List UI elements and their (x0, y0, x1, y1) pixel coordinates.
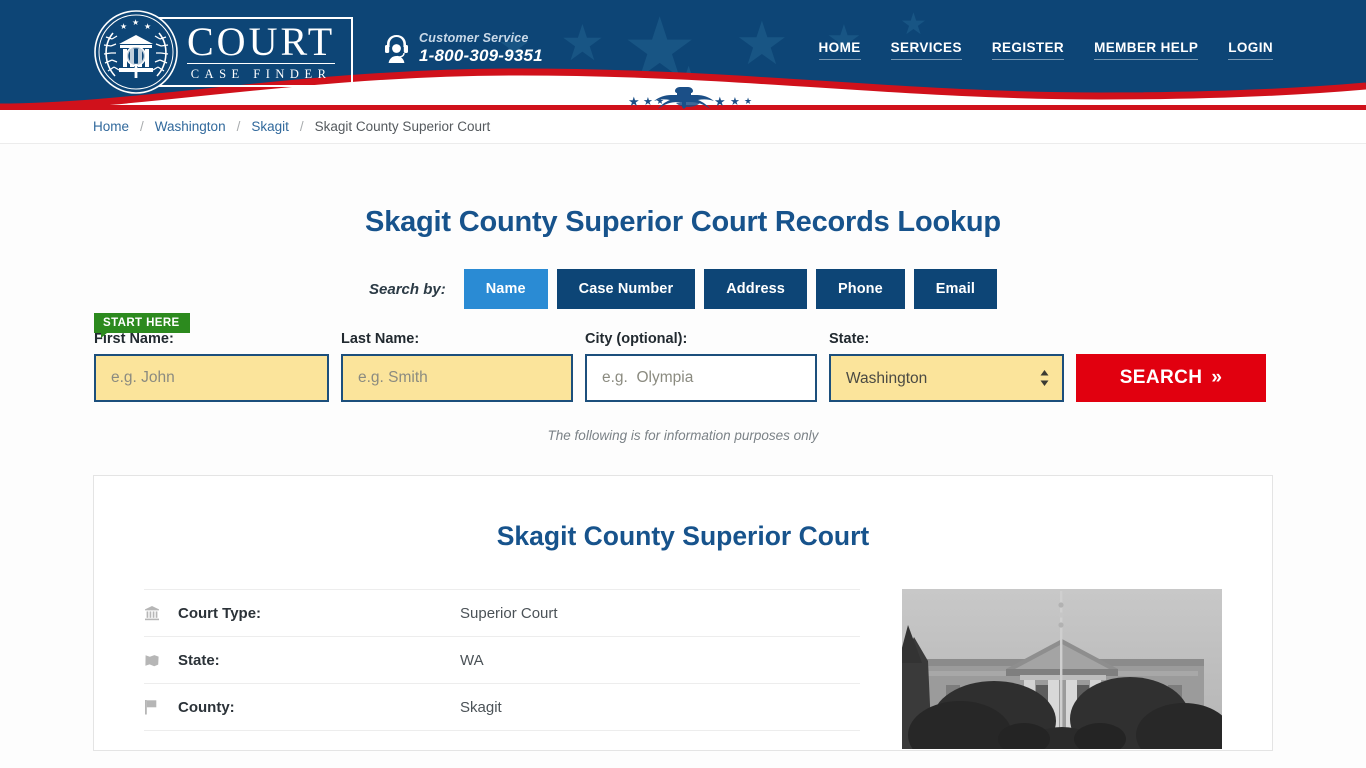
tab-name[interactable]: Name (463, 269, 548, 309)
breadcrumb-separator: / (299, 119, 304, 134)
breadcrumb: Home / Washington / Skagit / Skagit Coun… (93, 119, 1273, 134)
breadcrumb-separator: / (236, 119, 241, 134)
map-icon (144, 653, 178, 668)
tab-phone[interactable]: Phone (815, 269, 905, 309)
tab-email[interactable]: Email (913, 269, 997, 309)
detail-value: WA (460, 651, 484, 669)
detail-key: County: (178, 698, 235, 716)
nav-item-register[interactable]: REGISTER (991, 40, 1065, 60)
nav-item-home[interactable]: HOME (818, 40, 861, 60)
table-row-divider (144, 730, 860, 738)
breadcrumb-bar: Home / Washington / Skagit / Skagit Coun… (0, 110, 1366, 144)
customer-service-phone[interactable]: 1-800-309-9351 (419, 47, 543, 65)
court-search-form: START HERE First Name: Last Name: City (… (93, 313, 1273, 402)
logo-wordmark: COURT CASE FINDER (159, 17, 354, 87)
site-header: ★ ★ ★ ★ ★ ★ ★ ★ ★ ★ ★ ★ ★ ★ ★ ★ COURT CA… (0, 0, 1366, 110)
breadcrumb-separator: / (140, 119, 144, 134)
state-field-group: State: Washington (829, 331, 1064, 402)
svg-text:★: ★ (120, 22, 127, 31)
headset-support-icon (385, 35, 408, 64)
page-body: Skagit County Superior Court Records Loo… (0, 144, 1366, 768)
court-info-card: Skagit County Superior Court Court Type:… (93, 475, 1273, 751)
page-title: Skagit County Superior Court Records Loo… (365, 206, 1001, 238)
last-name-label: Last Name: (341, 331, 420, 347)
breadcrumb-item-home[interactable]: Home (93, 119, 129, 134)
last-name-field-group: Last Name: (341, 331, 573, 402)
last-name-input[interactable] (341, 354, 573, 402)
city-label: City (optional): (585, 331, 688, 347)
detail-value: Skagit (460, 698, 502, 716)
flag-icon (144, 699, 178, 715)
tab-address[interactable]: Address (704, 269, 807, 309)
court-details-table: Court Type: Superior Court State: WA Cou… (144, 589, 860, 749)
first-name-input[interactable] (94, 354, 329, 402)
site-logo[interactable]: ★ ★ ★ COURT CASE FINDER (93, 9, 354, 95)
customer-service-block[interactable]: Customer Service 1-800-309-9351 (383, 31, 543, 65)
breadcrumb-item-skagit[interactable]: Skagit (251, 119, 289, 134)
customer-service-label: Customer Service (419, 31, 529, 45)
search-button-label: SEARCH (1119, 367, 1203, 388)
disclaimer-text: The following is for information purpose… (547, 428, 819, 443)
state-select[interactable]: Washington (829, 354, 1064, 402)
search-by-label: Search by: (369, 280, 446, 298)
svg-text:★: ★ (132, 18, 139, 27)
state-label: State: (829, 331, 870, 347)
first-name-label: First Name: (94, 331, 174, 347)
breadcrumb-item-washington[interactable]: Washington (155, 119, 226, 134)
svg-text:★: ★ (144, 22, 151, 31)
double-chevron-right-icon: » (1211, 367, 1223, 388)
breadcrumb-item-current: Skagit County Superior Court (314, 119, 491, 134)
city-field-group: City (optional): (585, 331, 817, 402)
first-name-field-group: First Name: (94, 331, 329, 402)
search-button[interactable]: SEARCH » (1076, 354, 1266, 402)
court-name-heading: Skagit County Superior Court (496, 521, 870, 551)
nav-item-login[interactable]: LOGIN (1228, 40, 1273, 60)
detail-key: State: (178, 651, 220, 669)
city-input[interactable] (585, 354, 817, 402)
bank-icon (144, 605, 178, 621)
logo-brand-main: COURT (187, 19, 336, 64)
courthouse-photo (902, 589, 1222, 749)
start-here-badge: START HERE (94, 313, 190, 338)
table-row: County: Skagit (144, 683, 860, 730)
logo-brand-sub: CASE FINDER (190, 67, 332, 81)
nav-item-member-help[interactable]: MEMBER HELP (1094, 40, 1199, 60)
detail-key: Court Type: (178, 604, 262, 622)
nav-item-services[interactable]: SERVICES (890, 40, 962, 60)
table-row: Court Type: Superior Court (144, 589, 860, 636)
search-by-tabs: Search by: Name Case Number Address Phon… (93, 269, 1273, 309)
tab-case-number[interactable]: Case Number (556, 269, 696, 309)
table-row: State: WA (144, 636, 860, 683)
detail-value: Superior Court (460, 604, 558, 622)
main-navigation: HOME SERVICES REGISTER MEMBER HELP LOGIN (818, 40, 1273, 60)
